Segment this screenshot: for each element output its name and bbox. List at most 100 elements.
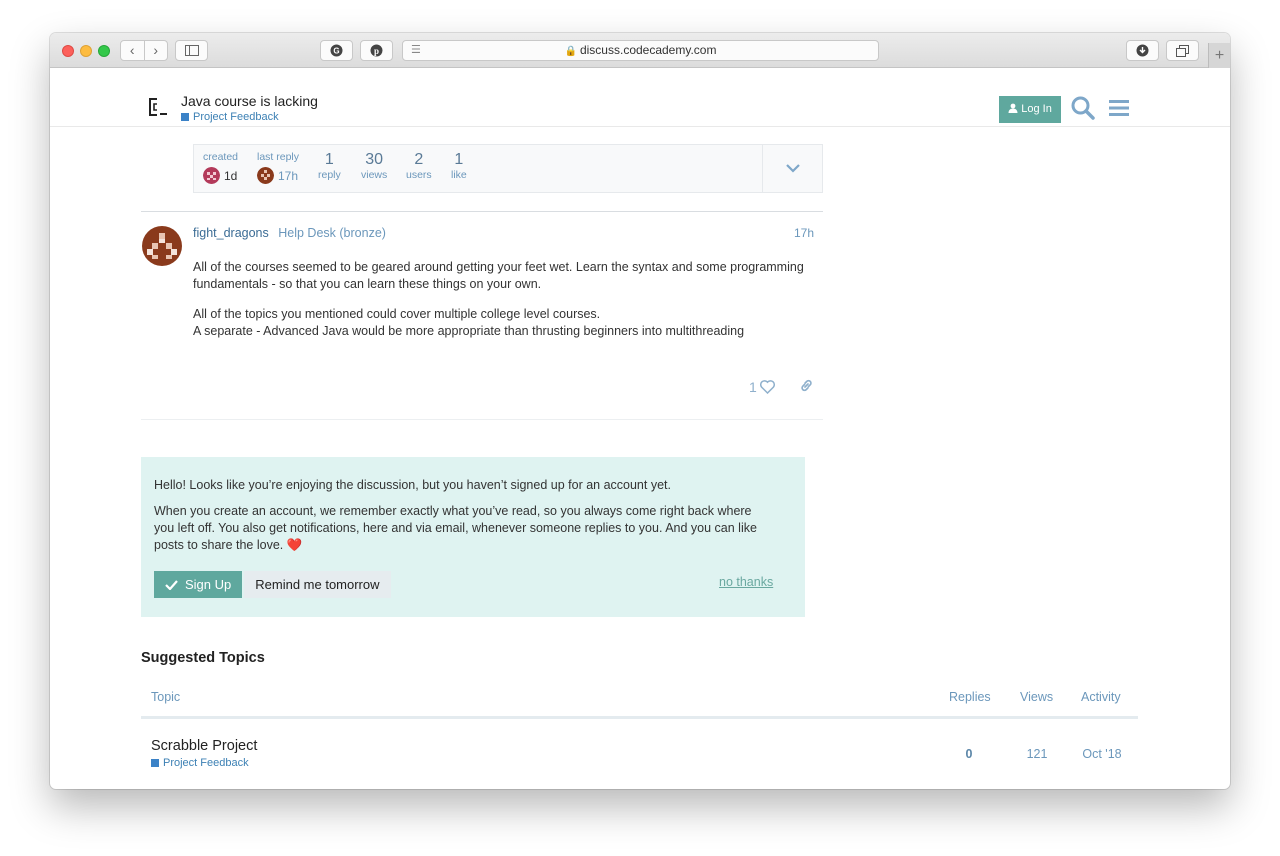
codecademy-logo-icon xyxy=(149,98,167,116)
search-button[interactable] xyxy=(1070,95,1096,121)
codecademy-logo[interactable] xyxy=(147,97,169,121)
lock-icon: 🔒 xyxy=(564,46,577,57)
browser-window: ‹ › G p ☰ 🔒 discuss.codecademy.com + Java… xyxy=(50,33,1230,789)
sidebar-icon xyxy=(184,45,199,56)
login-button[interactable]: Log In xyxy=(999,96,1061,123)
no-thanks-link[interactable]: no thanks xyxy=(719,574,773,591)
heart-emoji-icon: ❤️ xyxy=(286,538,303,552)
address-url: discuss.codecademy.com xyxy=(579,43,717,57)
replies-count: 1 xyxy=(324,151,334,168)
pinterest-icon: p xyxy=(370,44,383,57)
post-author-avatar[interactable] xyxy=(142,226,182,266)
zoom-window-button[interactable] xyxy=(98,45,110,57)
hamburger-menu-button[interactable] xyxy=(1106,95,1132,121)
sign-up-button[interactable]: Sign Up xyxy=(154,571,243,598)
like-count: 1 xyxy=(749,379,757,395)
back-arrow-icon[interactable]: ‹ xyxy=(121,41,145,60)
login-label: Log In xyxy=(1021,103,1052,115)
link-icon xyxy=(801,379,812,392)
chevron-down-icon xyxy=(785,164,800,173)
reader-view-icon[interactable]: ☰ xyxy=(411,41,421,60)
browser-toolbar: ‹ › G p ☰ 🔒 discuss.codecademy.com + xyxy=(50,33,1230,68)
post-user-group[interactable]: Help Desk (bronze) xyxy=(278,226,386,240)
signup-cta-banner: Hello! Looks like you’re enjoying the di… xyxy=(141,457,805,617)
post-paragraph: All of the courses seemed to be geared a… xyxy=(193,260,804,291)
close-window-button[interactable] xyxy=(62,45,74,57)
minimize-window-button[interactable] xyxy=(80,45,92,57)
views-count: 30 xyxy=(365,151,384,168)
grammarly-icon: G xyxy=(330,44,343,57)
header-topic-title[interactable]: Java course is lacking xyxy=(181,93,318,109)
share-link-button[interactable] xyxy=(799,378,814,396)
likes-count: 1 xyxy=(454,151,464,168)
users-count: 2 xyxy=(414,151,424,168)
topic-map-likes: 1 like xyxy=(451,151,467,181)
tabs-overview-button[interactable] xyxy=(1166,40,1199,61)
hamburger-menu-icon xyxy=(1109,100,1129,116)
last-reply-avatar xyxy=(257,167,274,184)
post-username[interactable]: fight_dragons xyxy=(193,226,269,240)
topic-map-last-reply[interactable]: last reply 17h xyxy=(257,151,299,184)
suggested-topics-title: Suggested Topics xyxy=(141,650,265,666)
category-color-swatch xyxy=(181,113,189,121)
post-line: All of the topics you mentioned could co… xyxy=(193,307,601,321)
topic-map-expand-button[interactable] xyxy=(762,145,822,192)
last-reply-label: last reply xyxy=(257,151,300,163)
post-author: fight_dragons Help Desk (bronze) xyxy=(193,226,386,240)
replies-label: reply xyxy=(318,169,341,181)
banner-description: When you create an account, we remember … xyxy=(154,503,774,554)
post-bottom-divider xyxy=(141,419,823,420)
users-label: users xyxy=(406,169,432,181)
topic-map-users: 2 users xyxy=(406,151,432,181)
suggested-topics-header: Topic Replies Views Activity xyxy=(141,683,1138,719)
creator-avatar xyxy=(203,167,220,184)
sidebar-toggle-button[interactable] xyxy=(175,40,208,61)
likes-label: like xyxy=(451,169,467,181)
category-color-swatch xyxy=(151,759,159,767)
user-icon xyxy=(1008,103,1018,113)
pinterest-extension-button[interactable]: p xyxy=(360,40,393,61)
search-icon xyxy=(1071,96,1095,120)
post-body: All of the courses seemed to be geared a… xyxy=(193,259,818,353)
header-category-label: Project Feedback xyxy=(193,111,279,123)
topic-map-replies: 1 reply xyxy=(318,151,341,181)
post-paragraph: All of the topics you mentioned could co… xyxy=(193,306,818,340)
svg-text:G: G xyxy=(333,47,339,56)
checkmark-icon xyxy=(165,579,178,590)
column-header-topic[interactable]: Topic xyxy=(151,690,180,704)
created-label: created xyxy=(203,151,239,163)
downloads-button[interactable] xyxy=(1126,40,1159,61)
post-actions: 1 xyxy=(749,378,814,396)
topic-map-created[interactable]: created 1d xyxy=(203,151,238,184)
address-bar[interactable]: ☰ 🔒 discuss.codecademy.com xyxy=(402,40,879,61)
suggested-topic-title[interactable]: Scrabble Project xyxy=(151,738,257,754)
column-header-activity[interactable]: Activity xyxy=(1081,690,1121,704)
topic-map: created 1d last reply 17h 1 reply 30 vie… xyxy=(193,144,823,193)
back-forward-group: ‹ › xyxy=(120,40,168,61)
remind-me-tomorrow-button[interactable]: Remind me tomorrow xyxy=(244,571,391,598)
sign-up-label: Sign Up xyxy=(185,577,232,592)
banner-description-text: When you create an account, we remember … xyxy=(154,504,757,552)
post-timestamp[interactable]: 17h xyxy=(794,226,814,240)
table-row: Scrabble Project Project Feedback 0 121 … xyxy=(141,733,1138,783)
download-icon xyxy=(1136,44,1149,57)
column-header-views[interactable]: Views xyxy=(1020,690,1053,704)
header-category-badge[interactable]: Project Feedback xyxy=(181,111,279,123)
suggested-topic-category[interactable]: Project Feedback xyxy=(151,757,249,769)
suggested-topic-activity[interactable]: Oct '18 xyxy=(1079,747,1125,761)
like-button[interactable]: 1 xyxy=(749,379,775,395)
grammarly-extension-button[interactable]: G xyxy=(320,40,353,61)
svg-text:p: p xyxy=(374,46,379,56)
new-tab-plus-icon[interactable]: + xyxy=(1208,43,1230,68)
column-header-replies[interactable]: Replies xyxy=(949,690,991,704)
heart-outline-icon xyxy=(759,380,775,394)
banner-greeting: Hello! Looks like you’re enjoying the di… xyxy=(154,478,671,492)
tabs-icon xyxy=(1176,44,1189,57)
forward-arrow-icon[interactable]: › xyxy=(145,41,168,60)
post-line: A separate - Advanced Java would be more… xyxy=(193,324,745,338)
suggested-topic-category-label: Project Feedback xyxy=(163,757,249,769)
suggested-topic-replies[interactable]: 0 xyxy=(959,747,979,761)
topic-map-views: 30 views xyxy=(361,151,387,181)
created-ago: 1d xyxy=(224,168,238,183)
post-top-divider xyxy=(141,211,823,212)
